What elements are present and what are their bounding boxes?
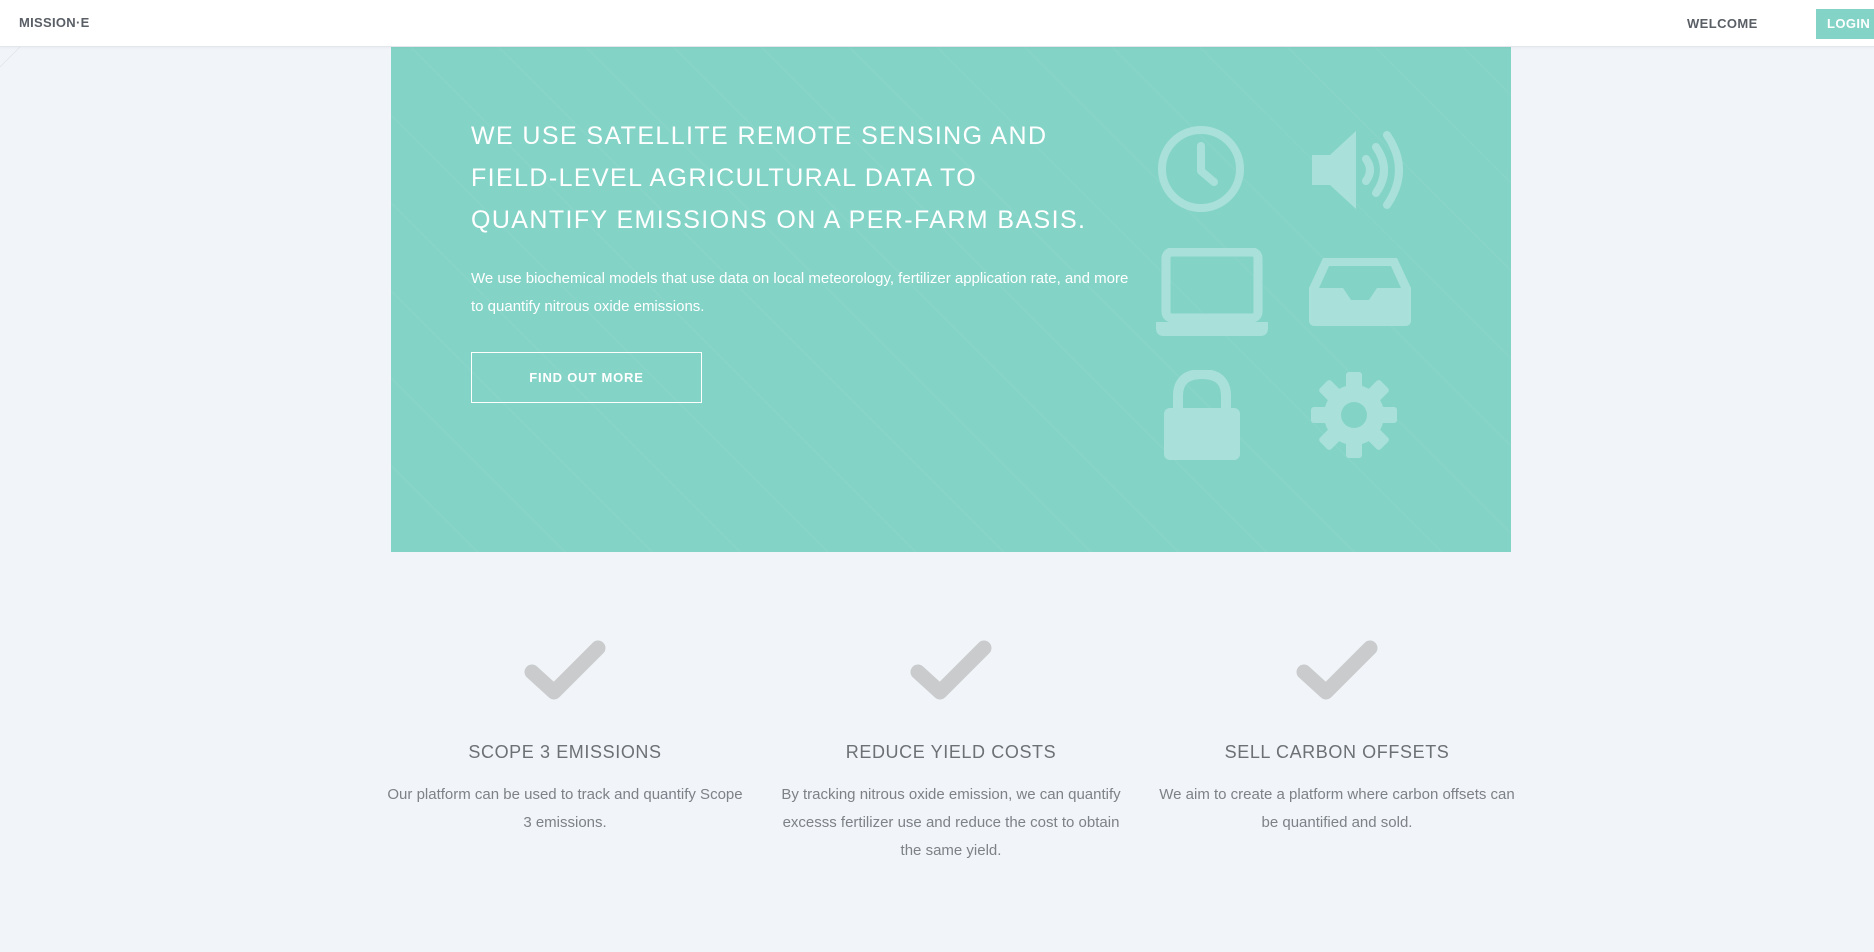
hero-title: WE USE SATELLITE REMOTE SENSING AND FIEL… <box>471 122 1087 234</box>
decorative-corner-line <box>0 47 20 67</box>
checkmark-icon <box>910 640 992 700</box>
checkmark-icon <box>524 640 606 700</box>
top-navbar: MISSION·E WELCOME LOGIN <box>0 0 1874 47</box>
lock-icon <box>1162 370 1242 460</box>
nav-login-button[interactable]: LOGIN <box>1816 9 1874 39</box>
hero-description: We use biochemical models that use data … <box>471 270 1129 315</box>
gear-icon <box>1311 372 1397 458</box>
speaker-icon <box>1308 125 1412 215</box>
feature-title: SELL CARBON OFFSETS <box>1224 742 1450 762</box>
checkmark-icon <box>1296 640 1378 700</box>
brand-logo[interactable]: MISSION·E <box>19 15 90 30</box>
feature-description: We aim to create a platform where carbon… <box>1159 786 1515 831</box>
feature-scope-3: SCOPE 3 EMISSIONS Our platform can be us… <box>380 640 750 837</box>
nav-welcome-link[interactable]: WELCOME <box>1687 16 1758 31</box>
feature-sell-carbon-offsets: SELL CARBON OFFSETS We aim to create a p… <box>1152 640 1522 837</box>
find-out-more-button[interactable]: FIND OUT MORE <box>471 352 702 403</box>
clock-icon <box>1156 124 1246 214</box>
feature-title: SCOPE 3 EMISSIONS <box>468 742 662 762</box>
feature-description: By tracking nitrous oxide emission, we c… <box>781 786 1121 859</box>
laptop-icon <box>1156 248 1268 336</box>
feature-reduce-yield-costs: REDUCE YIELD COSTS By tracking nitrous o… <box>766 640 1136 865</box>
feature-description: Our platform can be used to track and qu… <box>387 786 743 831</box>
inbox-icon <box>1309 258 1411 326</box>
feature-title: REDUCE YIELD COSTS <box>845 742 1057 762</box>
hero-banner: WE USE SATELLITE REMOTE SENSING AND FIEL… <box>391 47 1511 552</box>
